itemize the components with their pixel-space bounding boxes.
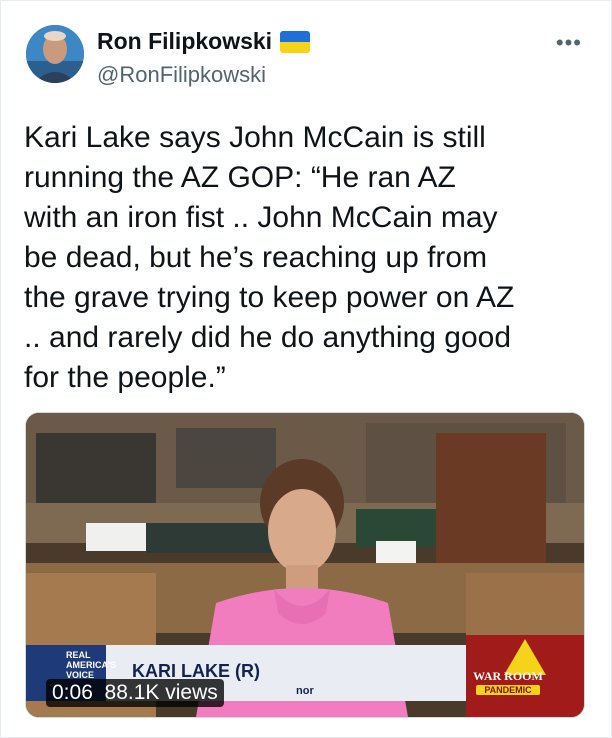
show-logo-subtitle: PANDEMIC xyxy=(476,685,540,695)
video-player[interactable]: REAL AMERICA'S VOICE KARI LAKE (R) nor W… xyxy=(25,412,585,718)
more-options-icon[interactable]: ••• xyxy=(556,30,582,56)
tweet-text: Kari Lake says John McCain is still runn… xyxy=(24,121,515,394)
author-name-row[interactable]: Ron Filipkowski xyxy=(97,28,311,55)
ukraine-flag-icon xyxy=(280,30,311,53)
chyron-subtitle: nor xyxy=(296,685,314,697)
avatar[interactable] xyxy=(26,25,84,83)
author-name[interactable]: Ron Filipkowski xyxy=(97,28,272,55)
author-handle[interactable]: @RonFilipkowski xyxy=(97,62,266,88)
show-logo: WAR ROOM PANDEMIC xyxy=(456,635,560,703)
video-views-badge: 0:06 88.1K views xyxy=(46,679,224,707)
show-logo-title: WAR ROOM xyxy=(473,669,543,683)
